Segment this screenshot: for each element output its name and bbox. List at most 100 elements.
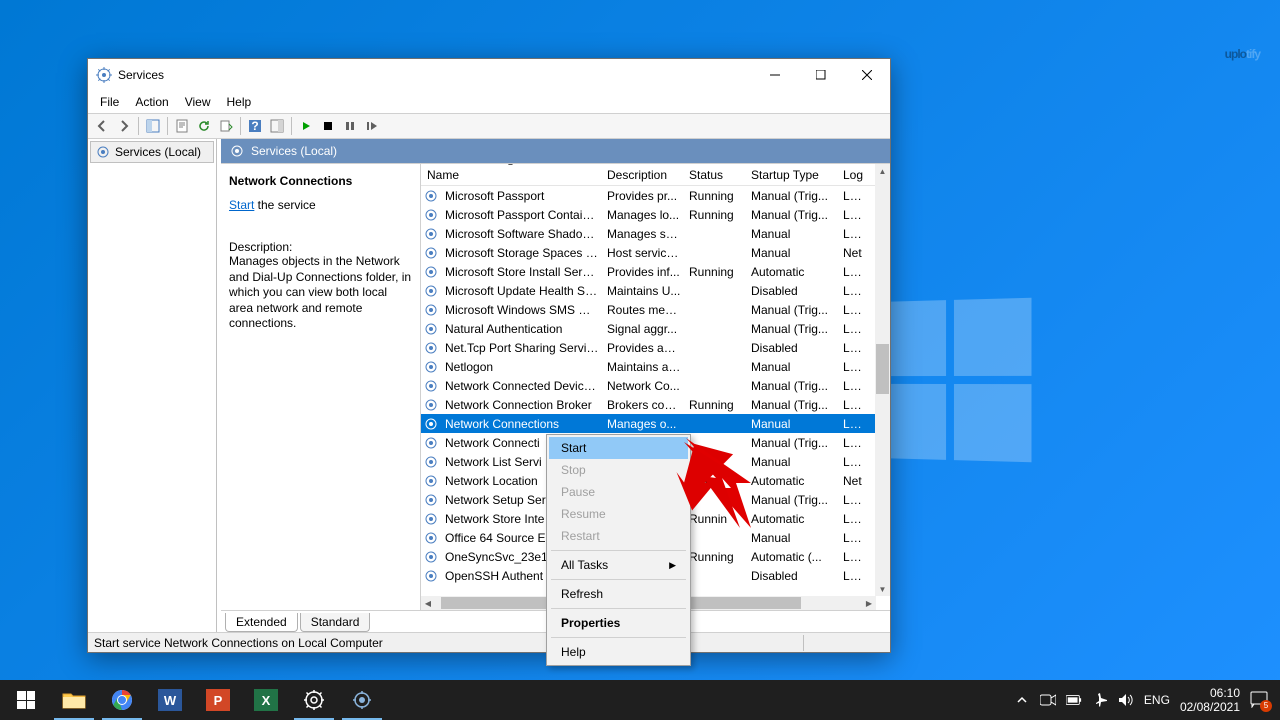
tray-battery-icon[interactable] (1066, 692, 1082, 708)
show-hide-console-tree-button[interactable] (143, 116, 163, 136)
list-header: Name▲ Description Status Startup Type Lo… (421, 164, 890, 186)
cell-startup: Automatic (747, 511, 839, 527)
ctx-start[interactable]: Start (549, 437, 688, 459)
cell-name: Netlogon (441, 359, 603, 375)
taskbar-file-explorer[interactable] (50, 680, 98, 720)
cell-startup: Manual (747, 226, 839, 242)
menu-action[interactable]: Action (127, 93, 176, 111)
cell-status (685, 575, 747, 577)
back-button[interactable] (92, 116, 112, 136)
help-button[interactable]: ? (245, 116, 265, 136)
column-name[interactable]: Name▲ (421, 165, 601, 185)
cell-startup: Manual (Trig... (747, 435, 839, 451)
cell-name: Network Connections (441, 416, 603, 432)
show-hide-action-pane-button[interactable] (267, 116, 287, 136)
service-row[interactable]: Microsoft Windows SMS Ro... Routes mes..… (421, 300, 890, 319)
submenu-arrow-icon: ▶ (669, 560, 676, 571)
tray-meet-now-icon[interactable] (1040, 692, 1056, 708)
tray-show-hidden-icon[interactable] (1014, 692, 1030, 708)
service-row[interactable]: Net.Tcp Port Sharing Service Provides ab… (421, 338, 890, 357)
cell-description: Maintains U... (603, 283, 685, 299)
cell-status (685, 328, 747, 330)
service-row[interactable]: Netlogon Maintains a ... Manual Loca (421, 357, 890, 376)
service-row[interactable]: Network Connections Manages o... Manual … (421, 414, 890, 433)
service-row[interactable]: Microsoft Software Shadow... Manages so.… (421, 224, 890, 243)
service-row[interactable]: Microsoft Storage Spaces S... Host servi… (421, 243, 890, 262)
cell-description: Brokers con... (603, 397, 685, 413)
pause-service-button[interactable] (340, 116, 360, 136)
restart-service-button[interactable] (362, 116, 382, 136)
column-description[interactable]: Description (601, 165, 683, 185)
service-row[interactable]: Natural Authentication Signal aggr... Ma… (421, 319, 890, 338)
gear-icon (423, 207, 439, 223)
scroll-up-button[interactable]: ▲ (875, 164, 890, 178)
service-row[interactable]: Network Connection Broker Brokers con...… (421, 395, 890, 414)
sort-ascending-icon: ▲ (507, 164, 515, 167)
cell-logon: Loca (839, 340, 869, 356)
toolbar-separator (291, 117, 292, 135)
scrollbar-thumb[interactable] (876, 344, 889, 394)
close-button[interactable] (844, 59, 890, 91)
start-text: the service (254, 198, 315, 212)
taskbar-powerpoint[interactable]: P (194, 680, 242, 720)
tray-clock[interactable]: 06:10 02/08/2021 (1180, 686, 1240, 715)
gear-icon (423, 530, 439, 546)
stop-service-button[interactable] (318, 116, 338, 136)
service-row[interactable]: Microsoft Passport Container Manages lo.… (421, 205, 890, 224)
cell-startup: Manual (747, 245, 839, 261)
cell-description: Network Co... (603, 378, 685, 394)
ctx-all-tasks[interactable]: All Tasks▶ (549, 554, 688, 576)
tray-airplane-icon[interactable] (1092, 692, 1108, 708)
ctx-help[interactable]: Help (549, 641, 688, 663)
forward-button[interactable] (114, 116, 134, 136)
cell-description: Manages lo... (603, 207, 685, 223)
tray-volume-icon[interactable] (1118, 692, 1134, 708)
service-row[interactable]: Microsoft Update Health Se... Maintains … (421, 281, 890, 300)
menu-view[interactable]: View (177, 93, 219, 111)
tree-item-services-local[interactable]: Services (Local) (90, 141, 214, 163)
ctx-refresh[interactable]: Refresh (549, 583, 688, 605)
cell-name: Microsoft Software Shadow... (441, 226, 603, 242)
cell-description: Provides inf... (603, 264, 685, 280)
tab-standard[interactable]: Standard (300, 613, 371, 632)
taskbar-settings[interactable] (290, 680, 338, 720)
cell-logon: Loca (839, 207, 869, 223)
statusbar-text: Start service Network Connections on Loc… (94, 636, 383, 650)
service-row[interactable]: Microsoft Passport Provides pr... Runnin… (421, 186, 890, 205)
minimize-button[interactable] (752, 59, 798, 91)
column-status[interactable]: Status (683, 165, 745, 185)
taskbar-services[interactable] (338, 680, 386, 720)
menu-help[interactable]: Help (219, 93, 260, 111)
tab-extended[interactable]: Extended (225, 613, 298, 632)
gear-icon (423, 359, 439, 375)
menu-file[interactable]: File (92, 93, 127, 111)
service-row[interactable]: Microsoft Store Install Service Provides… (421, 262, 890, 281)
service-row[interactable]: Network Connected Device... Network Co..… (421, 376, 890, 395)
scroll-left-button[interactable]: ◀ (421, 596, 435, 610)
taskbar: W P X ENG 06:10 02/08/2021 5 (0, 680, 1280, 720)
scroll-right-button[interactable]: ▶ (862, 596, 876, 610)
menubar: File Action View Help (88, 91, 890, 113)
ctx-properties[interactable]: Properties (549, 612, 688, 634)
vertical-scrollbar[interactable]: ▲ ▼ (875, 164, 890, 596)
properties-button[interactable] (172, 116, 192, 136)
export-list-button[interactable] (216, 116, 236, 136)
start-link[interactable]: Start (229, 198, 254, 212)
tray-notifications[interactable]: 5 (1250, 690, 1270, 710)
start-service-button[interactable] (296, 116, 316, 136)
start-button[interactable] (2, 680, 50, 720)
column-startup-type[interactable]: Startup Type (745, 165, 837, 185)
column-logon[interactable]: Log (837, 165, 867, 185)
folder-icon (62, 690, 86, 710)
cell-startup: Disabled (747, 283, 839, 299)
maximize-button[interactable] (798, 59, 844, 91)
titlebar[interactable]: Services (88, 59, 890, 91)
taskbar-excel[interactable]: X (242, 680, 290, 720)
taskbar-word[interactable]: W (146, 680, 194, 720)
taskbar-chrome[interactable] (98, 680, 146, 720)
refresh-button[interactable] (194, 116, 214, 136)
gear-icon (423, 473, 439, 489)
scroll-down-button[interactable]: ▼ (875, 582, 890, 596)
tray-language[interactable]: ENG (1144, 693, 1170, 707)
cell-status (685, 347, 747, 349)
